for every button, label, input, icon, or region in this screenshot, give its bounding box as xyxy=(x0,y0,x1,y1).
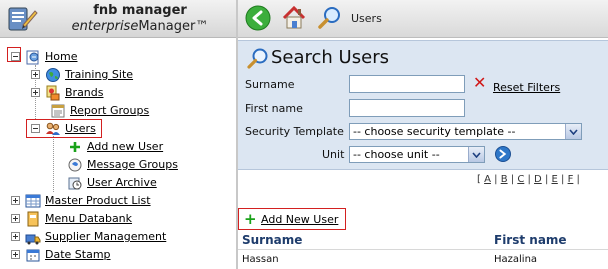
calendar-icon xyxy=(26,249,40,261)
tree-label-message-groups[interactable]: Message Groups xyxy=(87,158,178,171)
report-icon xyxy=(51,104,65,117)
reset-filters-link[interactable]: Reset Filters xyxy=(493,81,560,94)
close-icon[interactable]: ✕ xyxy=(473,75,486,91)
column-header-surname[interactable]: Surname xyxy=(242,233,302,247)
add-new-user-label[interactable]: Add New User xyxy=(261,213,338,226)
expand-toggle-date-stamp[interactable] xyxy=(11,250,20,259)
brands-icon xyxy=(46,85,60,100)
cell-surname[interactable]: Hassan xyxy=(242,254,279,265)
expand-toggle-supplier-management[interactable] xyxy=(11,232,20,241)
column-header-first-name[interactable]: First name xyxy=(494,233,567,247)
tree-label-brands[interactable]: Brands xyxy=(65,86,104,99)
alpha-link-a[interactable]: A xyxy=(484,174,491,185)
supplier-icon xyxy=(25,234,41,244)
alpha-link-c[interactable]: C xyxy=(517,174,524,185)
plus-icon xyxy=(70,141,80,152)
app-subtitle: enterpriseManager™ xyxy=(71,19,209,34)
tree-item-date-stamp[interactable]: Date Stamp xyxy=(11,246,111,263)
tree-item-supplier-management[interactable]: Supplier Management xyxy=(11,228,166,245)
content-panel: Users Search Users Surname ✕ Reset Filte… xyxy=(238,0,608,269)
chevron-down-icon[interactable] xyxy=(468,147,484,162)
tree-label-master-product-list[interactable]: Master Product List xyxy=(45,194,151,207)
tree-label-home[interactable]: Home xyxy=(45,50,77,63)
table-header: Surname First name xyxy=(238,231,608,250)
tree-item-menu-databank[interactable]: Menu Databank xyxy=(11,210,132,227)
app-logo-icon xyxy=(8,7,38,31)
cell-first-name[interactable]: Hazalina xyxy=(494,254,537,265)
tree-label-menu-databank[interactable]: Menu Databank xyxy=(45,212,132,225)
alpha-bracket: [ xyxy=(477,174,481,185)
alphabet-index: [ A | B | C | D | E | F | xyxy=(477,174,580,185)
search-title: Search Users xyxy=(271,47,389,68)
alpha-separator: | xyxy=(544,174,549,185)
alpha-separator: | xyxy=(576,174,580,185)
security-template-label: Security Template xyxy=(245,125,344,138)
message-groups-icon xyxy=(68,158,82,171)
alpha-link-e[interactable]: E xyxy=(552,174,558,185)
alpha-link-b[interactable]: B xyxy=(501,174,508,185)
globe-icon xyxy=(46,67,60,82)
toolbar-title: Users xyxy=(351,12,382,25)
security-template-select[interactable]: -- choose security template -- xyxy=(349,123,582,140)
add-new-user-button[interactable]: + Add New User xyxy=(238,208,346,230)
highlight-box xyxy=(26,119,102,138)
highlight-box xyxy=(7,47,21,62)
archive-icon xyxy=(68,177,82,189)
tree-item-add-new-user[interactable]: Add new User xyxy=(63,138,163,155)
tree-item-master-product-list[interactable]: Master Product List xyxy=(11,192,151,209)
first-name-input[interactable] xyxy=(349,99,465,117)
expand-toggle-master-product-list[interactable] xyxy=(11,196,20,205)
go-arrow-icon[interactable] xyxy=(495,146,511,162)
navigation-panel: fnb manager enterpriseManager™ Home Trai… xyxy=(0,0,236,269)
plus-icon: + xyxy=(244,210,257,228)
search-icon[interactable] xyxy=(317,5,343,31)
alpha-link-d[interactable]: D xyxy=(534,174,542,185)
search-icon xyxy=(247,48,268,69)
first-name-label: First name xyxy=(245,102,303,115)
tree-item-training-site[interactable]: Training Site xyxy=(31,66,133,83)
tree-label-add-new-user[interactable]: Add new User xyxy=(87,140,163,153)
tree-item-message-groups[interactable]: Message Groups xyxy=(63,156,178,173)
surname-label: Surname xyxy=(245,78,295,91)
tree-label-supplier-management[interactable]: Supplier Management xyxy=(45,230,166,243)
alpha-separator: | xyxy=(527,174,531,185)
search-panel: Search Users Surname ✕ Reset Filters Fir… xyxy=(238,40,608,170)
unit-select[interactable]: -- choose unit -- xyxy=(349,146,485,163)
tree-item-report-groups[interactable]: Report Groups xyxy=(45,102,149,119)
home-icon[interactable] xyxy=(281,5,307,31)
grid-list-icon xyxy=(25,194,41,207)
expand-toggle-menu-databank[interactable] xyxy=(11,214,20,223)
alpha-separator: | xyxy=(510,174,515,185)
tree-label-report-groups[interactable]: Report Groups xyxy=(70,104,149,117)
unit-label: Unit xyxy=(322,148,345,161)
app-name: fnb manager xyxy=(93,3,187,18)
unit-value: -- choose unit -- xyxy=(353,148,440,161)
tree-connector xyxy=(53,136,54,192)
book-icon xyxy=(27,211,39,226)
table-row[interactable]: Hassan Hazalina xyxy=(238,251,608,269)
tree-label-training-site[interactable]: Training Site xyxy=(65,68,133,81)
alpha-link-f[interactable]: F xyxy=(568,174,574,185)
home-page-icon xyxy=(26,50,39,64)
chevron-down-icon[interactable] xyxy=(565,124,581,139)
back-arrow-icon[interactable] xyxy=(245,5,271,31)
expand-toggle-training-site[interactable] xyxy=(31,70,40,79)
tree-item-user-archive[interactable]: User Archive xyxy=(63,174,157,191)
tree-label-date-stamp[interactable]: Date Stamp xyxy=(45,248,111,261)
alpha-separator: | xyxy=(561,174,565,185)
surname-input[interactable] xyxy=(349,75,465,93)
tree-label-user-archive[interactable]: User Archive xyxy=(87,176,157,189)
security-template-value: -- choose security template -- xyxy=(353,125,516,138)
toolbar: Users xyxy=(238,0,608,38)
expand-toggle-brands[interactable] xyxy=(31,88,40,97)
alpha-separator: | xyxy=(494,174,498,185)
app-header: fnb manager enterpriseManager™ xyxy=(0,0,236,38)
tree-item-brands[interactable]: Brands xyxy=(31,84,104,101)
